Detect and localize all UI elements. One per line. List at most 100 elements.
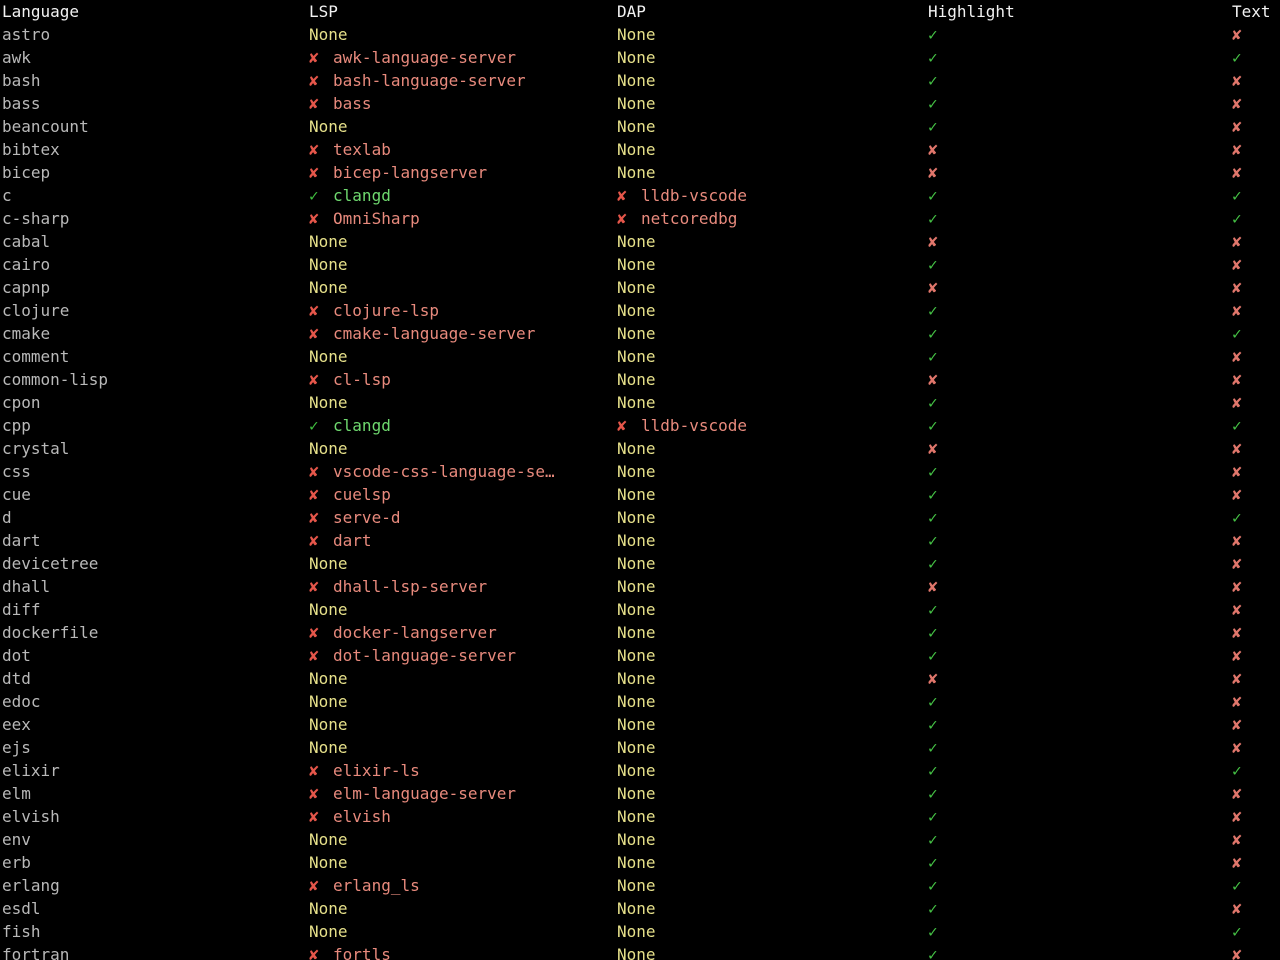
check-icon: ✓: [928, 715, 938, 734]
text-cell: ✓: [1232, 207, 1280, 230]
table-row: dot ✘ dot-language-server None ✓ ✘: [0, 644, 1280, 667]
dap-cell-value: None: [617, 577, 656, 596]
lsp-cell: ✘ clojure-lsp: [309, 299, 609, 322]
text-cell: ✘: [1232, 345, 1280, 368]
dap-cell: ✘ lldb-vscode: [617, 184, 917, 207]
lsp-cell: ✘ serve-d: [309, 506, 609, 529]
cross-icon: ✘: [1232, 232, 1242, 251]
text-cell: ✘: [1232, 667, 1280, 690]
cross-icon: ✘: [1232, 485, 1242, 504]
highlight-cell: ✘: [928, 276, 1218, 299]
cross-icon: ✘: [309, 301, 319, 320]
lsp-cell: ✘ awk-language-server: [309, 46, 609, 69]
text-cell: ✘: [1232, 690, 1280, 713]
language-name: cpp: [2, 416, 31, 435]
language-name: cmake: [2, 324, 51, 343]
highlight-cell: ✘: [928, 667, 1218, 690]
check-icon: ✓: [928, 761, 938, 780]
lsp-cell: None: [309, 552, 609, 575]
dap-cell: None: [617, 345, 917, 368]
dap-cell-value: None: [617, 255, 656, 274]
language-name: elixir: [2, 761, 60, 780]
cross-icon: ✘: [1232, 692, 1242, 711]
table-row: c ✓ clangd ✘ lldb-vscode ✓ ✓: [0, 184, 1280, 207]
cross-icon: ✘: [1232, 646, 1242, 665]
highlight-cell: ✓: [928, 460, 1218, 483]
highlight-cell: ✓: [928, 713, 1218, 736]
check-icon: ✓: [928, 462, 938, 481]
lsp-cell: None: [309, 920, 609, 943]
lsp-cell: ✘ cmake-language-server: [309, 322, 609, 345]
text-cell: ✘: [1232, 552, 1280, 575]
check-icon: ✓: [928, 48, 938, 67]
dap-cell-value: None: [617, 485, 656, 504]
dap-cell-value: None: [617, 692, 656, 711]
text-cell: ✘: [1232, 736, 1280, 759]
cross-icon: ✘: [1232, 853, 1242, 872]
cross-icon: ✘: [928, 163, 938, 182]
check-icon: ✓: [928, 393, 938, 412]
lsp-cell: ✓ clangd: [309, 184, 609, 207]
lsp-cell: ✘ elvish: [309, 805, 609, 828]
dap-cell: None: [617, 69, 917, 92]
table-row: elvish ✘ elvish None ✓ ✘: [0, 805, 1280, 828]
text-cell: ✘: [1232, 782, 1280, 805]
check-icon: ✓: [1232, 922, 1242, 941]
text-cell: ✘: [1232, 621, 1280, 644]
dap-cell: None: [617, 667, 917, 690]
lsp-cell: None: [309, 115, 609, 138]
table-row: cmake ✘ cmake-language-server None ✓ ✓: [0, 322, 1280, 345]
language-name: capnp: [2, 278, 51, 297]
text-cell: ✘: [1232, 138, 1280, 161]
highlight-cell: ✓: [928, 621, 1218, 644]
lsp-cell-value: cl-lsp: [333, 370, 391, 389]
table-row: esdl None None ✓ ✘: [0, 897, 1280, 920]
highlight-cell: ✓: [928, 690, 1218, 713]
lsp-cell: None: [309, 391, 609, 414]
cross-icon: ✘: [1232, 623, 1242, 642]
cross-icon: ✘: [1232, 600, 1242, 619]
check-icon: ✓: [1232, 876, 1242, 895]
lsp-cell-value: None: [309, 738, 348, 757]
language-name: devicetree: [2, 554, 99, 573]
dap-cell: None: [617, 828, 917, 851]
check-icon: ✓: [1232, 761, 1242, 780]
table-body: astro None None ✓ ✘ awk ✘ awk-language-server N…: [0, 23, 1280, 960]
cross-icon: ✘: [309, 462, 319, 481]
highlight-cell: ✓: [928, 506, 1218, 529]
table-row: beancount None None ✓ ✘: [0, 115, 1280, 138]
cross-icon: ✘: [309, 623, 319, 642]
dap-cell: None: [617, 299, 917, 322]
text-cell: ✘: [1232, 299, 1280, 322]
dap-cell-value: None: [617, 117, 656, 136]
cross-icon: ✘: [1232, 439, 1242, 458]
language-name: eex: [2, 715, 31, 734]
cross-icon: ✘: [309, 945, 319, 960]
column-header-lsp: LSP: [309, 2, 338, 21]
check-icon: ✓: [928, 186, 938, 205]
cross-icon: ✘: [1232, 830, 1242, 849]
cross-icon: ✘: [1232, 94, 1242, 113]
lsp-cell-value: None: [309, 255, 348, 274]
language-name: common-lisp: [2, 370, 108, 389]
highlight-cell: ✓: [928, 828, 1218, 851]
table-row: capnp None None ✘ ✘: [0, 276, 1280, 299]
cross-icon: ✘: [617, 186, 627, 205]
check-icon: ✓: [928, 692, 938, 711]
lsp-cell-value: vscode-css-language-se…: [333, 462, 555, 481]
lsp-cell-value: OmniSharp: [333, 209, 420, 228]
table-row: astro None None ✓ ✘: [0, 23, 1280, 46]
highlight-cell: ✓: [928, 184, 1218, 207]
dap-cell: None: [617, 92, 917, 115]
language-name: clojure: [2, 301, 70, 320]
table-row: dart ✘ dart None ✓ ✘: [0, 529, 1280, 552]
lsp-cell-value: None: [309, 393, 348, 412]
dap-cell-value: None: [617, 324, 656, 343]
cross-icon: ✘: [309, 71, 319, 90]
table-row: clojure ✘ clojure-lsp None ✓ ✘: [0, 299, 1280, 322]
cross-icon: ✘: [309, 94, 319, 113]
cross-icon: ✘: [1232, 370, 1242, 389]
lsp-cell-value: dart: [333, 531, 372, 550]
cross-icon: ✘: [309, 876, 319, 895]
dap-cell: None: [617, 322, 917, 345]
